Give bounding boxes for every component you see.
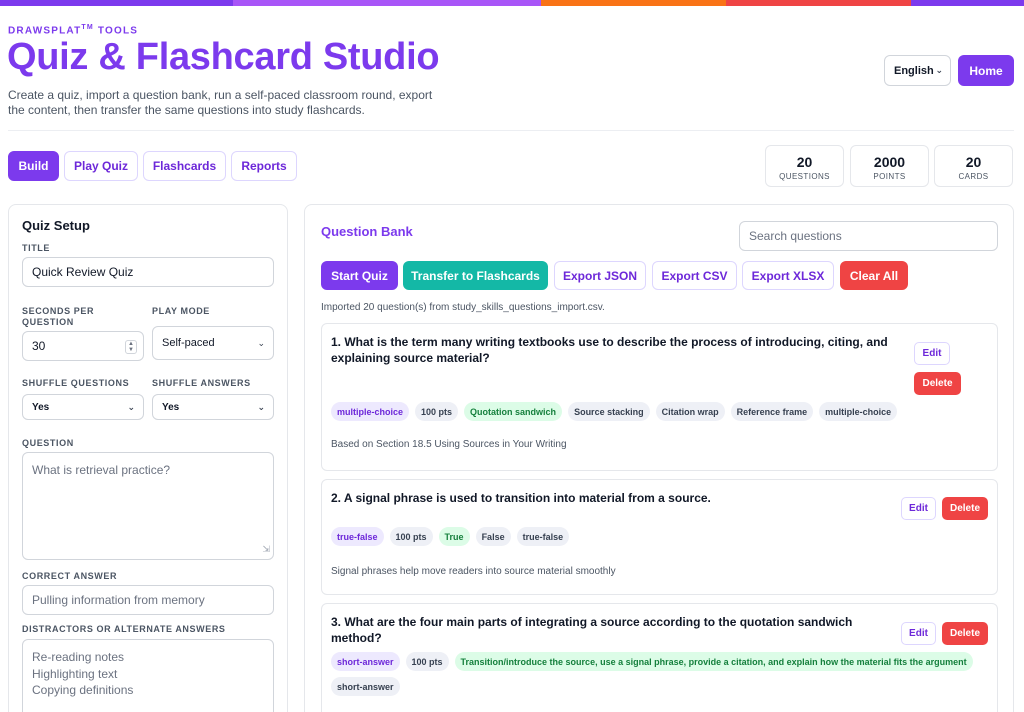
distractors-textarea[interactable]: Re-reading notes Highlighting text Copyi… [22, 639, 274, 712]
stat-questions: 20 QUESTIONS [765, 145, 844, 187]
distractors-label: DISTRACTORS OR ALTERNATE ANSWERS [22, 624, 226, 634]
question-card: 2. A signal phrase is used to transition… [321, 479, 998, 595]
question-note: Based on Section 18.5 Using Sources in Y… [331, 439, 567, 450]
stat-label: CARDS [958, 172, 989, 181]
shuffle-answers-select[interactable]: Yes ⌄ [152, 394, 274, 420]
tab-flashcards[interactable]: Flashcards [143, 151, 226, 181]
quiz-setup-panel: Quiz Setup TITLE Quick Review Quiz SECON… [8, 204, 288, 712]
stat-label: QUESTIONS [779, 172, 830, 181]
brand-label: DRAWSPLATTM TOOLS [8, 24, 139, 37]
stat-value: 2000 [873, 154, 906, 170]
tab-play-quiz[interactable]: Play Quiz [64, 151, 138, 181]
title-input[interactable]: Quick Review Quiz [22, 257, 274, 287]
delete-button[interactable]: Delete [942, 497, 988, 520]
question-text: 2. A signal phrase is used to transition… [331, 491, 711, 505]
export-json-button[interactable]: Export JSON [554, 261, 646, 290]
correct-answer-chip: Transition/introduce the source, use a s… [454, 652, 973, 671]
correct-answer-chip: Quotation sandwich [464, 402, 563, 421]
play-mode-select[interactable]: Self-paced ⌄ [152, 326, 274, 360]
top-accent-bar [0, 0, 1024, 6]
tag-chip: multiple-choice [819, 402, 898, 421]
correct-answer-input[interactable]: Pulling information from memory [22, 585, 274, 615]
accent-segment [0, 0, 233, 6]
option-chip: Source stacking [568, 402, 650, 421]
question-text: 1. What is the term many writing textboo… [331, 335, 888, 365]
accent-segment [541, 0, 726, 6]
search-input[interactable]: Search questions [739, 221, 998, 251]
question-tags: short-answer 100 pts Transition/introduc… [331, 652, 991, 696]
chevron-down-icon: ⌄ [127, 401, 135, 412]
question-bank-heading: Question Bank [321, 224, 413, 239]
chevron-down-icon: ⌄ [257, 337, 265, 348]
stat-value: 20 [796, 154, 813, 170]
title-label: TITLE [22, 243, 50, 253]
type-chip: multiple-choice [331, 402, 410, 421]
start-quiz-button[interactable]: Start Quiz [321, 261, 398, 290]
tab-build[interactable]: Build [8, 151, 59, 181]
distractor-line: Copying definitions [32, 683, 134, 697]
question-tags: multiple-choice 100 pts Quotation sandwi… [331, 402, 951, 421]
question-text: 3. What are the four main parts of integ… [331, 615, 853, 645]
export-xlsx-button[interactable]: Export XLSX [742, 261, 834, 290]
accent-segment [911, 0, 1024, 6]
option-chip: Reference frame [730, 402, 814, 421]
points-chip: 100 pts [405, 652, 449, 671]
question-tags: true-false 100 pts True False true-false [331, 527, 951, 546]
stat-points: 2000 POINTS [850, 145, 929, 187]
stat-label: POINTS [873, 172, 906, 181]
question-card: 1. What is the term many writing textboo… [321, 323, 998, 471]
question-card: 3. What are the four main parts of integ… [321, 603, 998, 712]
tag-chip: short-answer [331, 677, 400, 696]
stat-cards: 20 CARDS [934, 145, 1013, 187]
option-chip: Citation wrap [655, 402, 725, 421]
chevron-down-icon: ⌄ [935, 65, 943, 75]
shuffle-questions-select[interactable]: Yes ⌄ [22, 394, 144, 420]
shuffle-questions-label: SHUFFLE QUESTIONS [22, 378, 130, 388]
correct-answer-label: CORRECT ANSWER [22, 571, 118, 581]
seconds-input[interactable]: 30 ▲ ▼ [22, 331, 144, 361]
accent-segment [726, 0, 911, 6]
clear-all-button[interactable]: Clear All [840, 261, 908, 290]
type-chip: true-false [331, 527, 384, 546]
export-csv-button[interactable]: Export CSV [652, 261, 737, 290]
language-select[interactable]: English ⌄ [884, 55, 951, 86]
delete-button[interactable]: Delete [914, 372, 961, 395]
tab-reports[interactable]: Reports [231, 151, 297, 181]
accent-segment [233, 0, 541, 6]
home-button[interactable]: Home [958, 55, 1014, 86]
page-description: Create a quiz, import a question bank, r… [8, 88, 433, 117]
seconds-value: 30 [32, 339, 46, 353]
question-placeholder: What is retrieval practice? [32, 463, 171, 477]
import-status-text: Imported 20 question(s) from study_skill… [321, 302, 605, 313]
shuffle-answers-label: SHUFFLE ANSWERS [152, 378, 251, 388]
transfer-flashcards-button[interactable]: Transfer to Flashcards [403, 261, 548, 290]
question-label: QUESTION [22, 438, 74, 448]
tag-chip: true-false [516, 527, 570, 546]
chevron-down-icon: ⌄ [257, 401, 265, 412]
distractor-line: Highlighting text [32, 666, 118, 681]
edit-button[interactable]: Edit [914, 342, 950, 365]
distractor-line: Re-reading notes [32, 650, 125, 664]
divider [8, 130, 1014, 131]
stat-value: 20 [965, 154, 982, 170]
edit-button[interactable]: Edit [901, 497, 936, 520]
resize-handle-icon[interactable]: ⇲ [262, 541, 270, 558]
edit-button[interactable]: Edit [901, 622, 936, 645]
stepper-icon[interactable]: ▲ ▼ [125, 340, 137, 354]
type-chip: short-answer [331, 652, 400, 671]
correct-answer-chip: True [438, 527, 470, 546]
question-note: Signal phrases help move readers into so… [331, 566, 616, 577]
option-chip: False [475, 527, 511, 546]
points-chip: 100 pts [389, 527, 433, 546]
page-title: Quiz & Flashcard Studio [7, 36, 440, 78]
question-textarea[interactable]: What is retrieval practice? ⇲ [22, 452, 274, 560]
seconds-label: SECONDS PER QUESTION [22, 306, 95, 327]
points-chip: 100 pts [415, 402, 459, 421]
delete-button[interactable]: Delete [942, 622, 988, 645]
play-mode-label: PLAY MODE [152, 306, 210, 316]
question-bank-panel: Question Bank Search questions Start Qui… [304, 204, 1014, 712]
quiz-setup-heading: Quiz Setup [22, 218, 90, 233]
